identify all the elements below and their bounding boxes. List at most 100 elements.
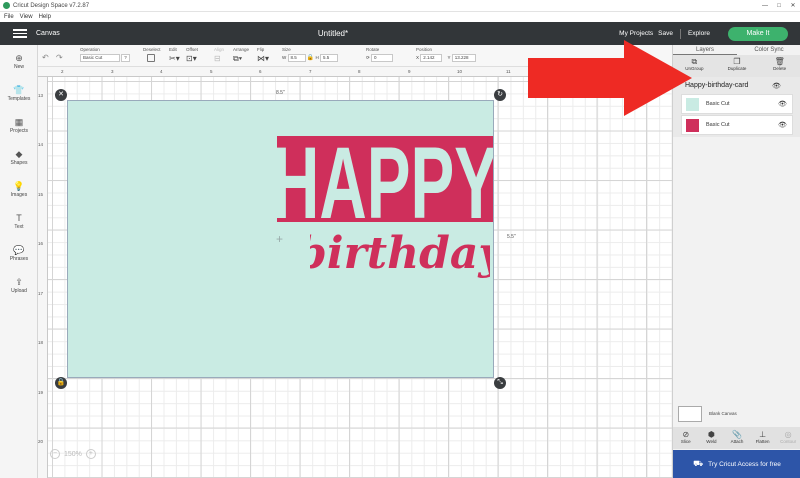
rotate-handle-icon[interactable]: ↻ [494,89,506,101]
align-label: Align [214,47,225,52]
width-field[interactable]: 8.5 [287,54,306,62]
sidebar-item-label: New [13,64,24,70]
ruler-number: 8 [358,69,361,74]
explore-link[interactable]: Explore [688,30,710,37]
resize-handle-icon[interactable]: ⤡ [494,377,506,389]
plus-circle-icon: ⊕ [15,53,23,63]
deselect-icon[interactable] [147,54,155,62]
layer-swatch [686,119,699,132]
delete-label: Delete [773,66,787,71]
lock-handle-icon[interactable]: 🔒 [55,377,67,389]
attach-button[interactable]: 📎 Attach [724,427,750,449]
arrange-group: Arrange ⧉▾ [233,47,249,64]
cricut-access-icon: ⛟ [693,459,704,468]
layer-row[interactable]: Basic Cut 👁 [681,94,793,114]
sidebar-item-label: Phrases [9,256,29,262]
eye-icon[interactable]: 👁 [778,121,787,129]
contour-label: Contour [780,439,797,444]
eye-icon[interactable]: 👁 [778,100,787,108]
offset-icon[interactable]: ⊡▾ [186,54,197,63]
position-label: Position [416,47,433,52]
eye-icon[interactable]: 👁 [772,82,781,90]
zoom-out-button[interactable]: − [50,449,60,459]
blank-canvas-label: Blank Canvas [709,411,737,416]
cricut-access-banner[interactable]: ⛟ Try Cricut Access for free [673,450,800,478]
promo-text: Try Cricut Access for free [708,460,781,468]
lock-icon[interactable]: 🔒 [307,55,314,61]
scissors-icon[interactable]: ✂▾ [169,54,180,63]
x-field[interactable]: 2.142 [420,54,443,62]
blank-canvas-swatch [678,406,702,422]
window-controls: — □ ✕ [758,0,800,12]
header-divider [679,28,681,39]
delete-button[interactable]: 🗑 Delete [758,55,800,77]
operation-group: Operation Basic Cut ? [80,47,130,62]
text-icon: T [16,213,22,223]
layer-row[interactable]: Basic Cut 👁 [681,115,793,135]
flatten-button[interactable]: ⊥ Flatten [750,427,776,449]
height-field[interactable]: 5.5 [320,54,339,62]
window-title: Cricut Design Space v7.2.87 [13,2,90,9]
sidebar-item-shapes[interactable]: ◆ Shapes [0,149,38,166]
zoom-level: 150% [64,450,82,458]
tab-color-sync[interactable]: Color Sync [737,45,800,55]
ruler-number: 11 [506,69,511,74]
zoom-control: − 150% + [50,448,96,460]
ruler-number: 18 [38,340,44,345]
duplicate-icon: ❐ [733,57,741,66]
weld-icon: ⬢ [707,430,715,439]
sidebar-item-label: Templates [7,96,31,102]
y-field[interactable]: 13.228 [451,54,476,62]
close-window-button[interactable]: ✕ [786,0,800,12]
menu-view[interactable]: View [20,14,33,20]
trash-icon: 🗑 [774,57,785,66]
menu-help[interactable]: Help [39,14,51,20]
weld-label: Weld [706,439,717,444]
align-icon: ⊟ [214,54,221,63]
delete-handle-icon[interactable]: ✕ [55,89,67,101]
ruler-number: 10 [457,69,463,74]
position-group: Position X 2.142 Y 13.228 [416,47,476,62]
speech-bubble-icon: 💬 [13,245,25,255]
sidebar-item-new[interactable]: ⊕ New [0,53,38,70]
sidebar-item-images[interactable]: 💡 Images [0,181,38,198]
rotate-label: Rotate [366,47,380,52]
zoom-in-button[interactable]: + [85,449,96,459]
menu-file[interactable]: File [4,14,14,20]
flip-label: Flip [257,47,265,52]
my-projects-link[interactable]: My Projects [619,30,653,37]
offset-label: Offset [186,47,198,52]
edit-label: Edit [169,47,177,52]
blank-canvas-row[interactable]: Blank Canvas [677,405,797,425]
offset-group: Offset ⊡▾ [186,47,198,63]
sidebar-item-label: Upload [11,288,27,294]
operation-help-button[interactable]: ? [121,54,130,62]
sidebar-item-text[interactable]: T Text [0,213,38,230]
happy-text-art[interactable]: HAPPY [277,136,493,222]
sidebar-item-upload[interactable]: ⇪ Upload [0,277,38,294]
duplicate-button[interactable]: ❐ Duplicate [716,55,759,77]
ruler-number: 13 [38,93,44,98]
make-it-button[interactable]: Make It [728,26,788,41]
sidebar-item-projects[interactable]: ▦ Projects [0,117,38,134]
redo-icon[interactable]: ↷ [56,53,63,62]
sidebar-item-templates[interactable]: 👕 Templates [0,85,38,102]
rotate-group: Rotate ⟳ 0 [366,47,394,62]
maximize-button[interactable]: □ [772,0,786,12]
rotate-field[interactable]: 0 [371,54,394,62]
sidebar-item-phrases[interactable]: 💬 Phrases [0,245,38,262]
arrange-icon[interactable]: ⧉▾ [233,54,242,63]
undo-icon[interactable]: ↶ [42,53,49,62]
minimize-button[interactable]: — [758,0,772,12]
operation-select[interactable]: Basic Cut [80,54,120,62]
flatten-label: Flatten [755,439,770,444]
slice-button[interactable]: ⊘ Slice [673,427,699,449]
save-link[interactable]: Save [658,30,673,37]
upload-icon: ⇪ [15,277,23,287]
flip-icon[interactable]: ⋈▾ [257,54,269,63]
weld-button[interactable]: ⬢ Weld [699,427,725,449]
layer-name: Basic Cut [706,122,730,128]
ruler-number: 3 [111,69,114,74]
ruler-number: 16 [38,241,44,246]
birthday-text-art[interactable]: birthday [310,224,490,282]
